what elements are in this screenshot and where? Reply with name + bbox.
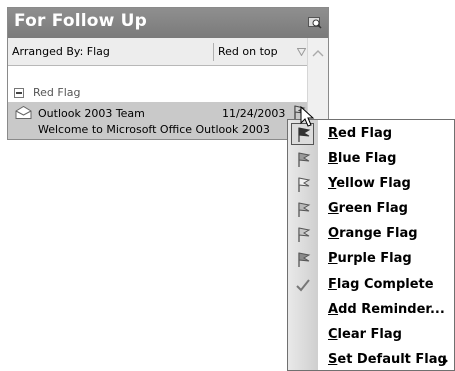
scroll-up-icon[interactable] bbox=[312, 49, 324, 57]
mail-item[interactable]: Outlook 2003 Team 11/24/2003 Welcome to … bbox=[8, 102, 307, 139]
group-label: Red Flag bbox=[33, 86, 81, 99]
mouse-cursor-icon bbox=[300, 106, 315, 127]
sort-down-icon bbox=[297, 48, 306, 56]
envelope-open-icon bbox=[15, 106, 32, 119]
menu-label: Add Reminder... bbox=[328, 302, 445, 317]
menu-label: Yellow Flag bbox=[328, 176, 411, 191]
menu-item-flag-complete[interactable]: Flag Complete bbox=[288, 273, 455, 298]
menu-label: Red Flag bbox=[328, 126, 393, 141]
mail-date: 11/24/2003 bbox=[222, 107, 286, 120]
mail-sender: Outlook 2003 Team bbox=[38, 107, 145, 120]
menu-item-orange-flag[interactable]: Orange Flag bbox=[288, 222, 455, 247]
flag-context-menu: Red Flag Blue Flag Yellow Flag Green Fla… bbox=[287, 119, 455, 371]
column-divider bbox=[213, 43, 214, 61]
group-header-red-flag[interactable]: Red Flag bbox=[8, 68, 307, 102]
menu-item-green-flag[interactable]: Green Flag bbox=[288, 197, 455, 222]
menu-item-blue-flag[interactable]: Blue Flag bbox=[288, 147, 455, 172]
collapse-minus-icon[interactable] bbox=[14, 88, 24, 98]
menu-item-yellow-flag[interactable]: Yellow Flag bbox=[288, 172, 455, 197]
arrange-by-bar[interactable]: Arranged By: Flag Red on top bbox=[8, 38, 328, 66]
menu-item-purple-flag[interactable]: Purple Flag bbox=[288, 247, 455, 272]
menu-item-set-default-flag[interactable]: Set Default Flag bbox=[288, 348, 455, 371]
search-folder-icon[interactable] bbox=[308, 16, 322, 29]
mail-subject: Welcome to Microsoft Office Outlook 2003 bbox=[38, 123, 270, 136]
flag-icon bbox=[298, 252, 311, 267]
flag-icon bbox=[298, 177, 311, 192]
menu-label: Purple Flag bbox=[328, 251, 412, 266]
submenu-arrow-icon bbox=[443, 357, 448, 365]
menu-label: Orange Flag bbox=[328, 226, 418, 241]
sort-order-label[interactable]: Red on top bbox=[218, 45, 278, 58]
menu-label: Green Flag bbox=[328, 201, 408, 216]
menu-label: Clear Flag bbox=[328, 327, 402, 342]
arrange-by-label[interactable]: Arranged By: Flag bbox=[12, 45, 110, 58]
flag-icon bbox=[298, 202, 311, 217]
flag-icon bbox=[298, 152, 311, 167]
menu-item-add-reminder[interactable]: Add Reminder... bbox=[288, 298, 455, 323]
for-follow-up-pane: For Follow Up Arranged By: Flag Red on t… bbox=[7, 7, 329, 140]
checkmark-icon bbox=[296, 279, 310, 292]
pane-title: For Follow Up bbox=[14, 11, 148, 31]
flag-icon bbox=[298, 127, 311, 142]
menu-label: Blue Flag bbox=[328, 151, 397, 166]
menu-label: Flag Complete bbox=[328, 277, 434, 292]
flag-icon bbox=[298, 227, 311, 242]
menu-item-clear-flag[interactable]: Clear Flag bbox=[288, 323, 455, 348]
menu-label: Set Default Flag bbox=[328, 352, 447, 367]
pane-header: For Follow Up bbox=[8, 8, 328, 38]
